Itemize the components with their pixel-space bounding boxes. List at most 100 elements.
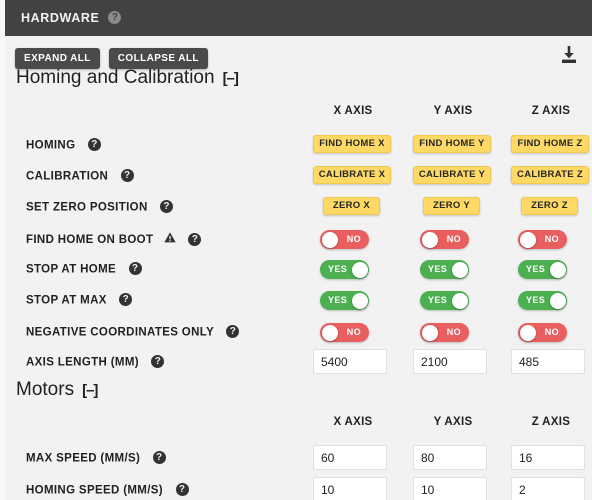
stop-at-max-z-toggle[interactable]: YES [518,291,567,310]
max-speed-y-input[interactable] [413,445,487,470]
row-label-homing: HOMING ? [26,138,101,152]
section-collapse-marker-homing[interactable]: [–] [223,70,239,87]
column-header-x-axis-homing: X AXIS [333,105,373,117]
axis-length-x-input[interactable] [313,349,387,374]
section-title-homing: Homing and Calibration [–] [16,67,239,89]
row-label-calibration-text: CALIBRATION [26,170,109,183]
row-label-set-zero-position: SET ZERO POSITION ? [26,200,174,214]
find-home-on-boot-x-toggle[interactable]: NO [320,230,369,249]
toggle-knob [519,231,536,248]
toggle-knob [351,261,368,278]
section-title-homing-label: Homing and Calibration [16,67,215,88]
toggle-label: YES [328,264,348,274]
hardware-settings-page: HARDWARE ? EXPAND ALL COLLAPSE ALL Homin… [0,0,592,500]
row-label-negative-coordinates-only: NEGATIVE COORDINATES ONLY ? [26,325,240,339]
content-area: EXPAND ALL COLLAPSE ALL Homing and Calib… [5,36,592,500]
toggle-label: YES [428,295,448,305]
row-label-homing-speed: HOMING SPEED (MM/S) ? [26,483,189,497]
toggle-knob [519,324,536,341]
section-title-motors-label: Motors [16,379,75,400]
negative-coordinates-only-y-toggle[interactable]: NO [420,323,469,342]
toggle-knob [321,231,338,248]
help-circle-icon-negative-coordinates-only[interactable]: ? [226,325,240,338]
help-circle-icon-homing-speed[interactable]: ? [175,483,189,496]
toggle-label: YES [428,264,448,274]
help-circle-icon-axis-length[interactable]: ? [151,355,165,368]
row-label-stop-at-max: STOP AT MAX ? [26,293,133,307]
row-label-find-home-on-boot-text: FIND HOME ON BOOT [26,234,154,247]
section-title-motors: Motors [–] [16,379,98,401]
row-label-max-speed-text: MAX SPEED (MM/S) [26,452,141,465]
zero-y-button[interactable]: ZERO Y [423,197,480,215]
find-home-x-button[interactable]: FIND HOME X [313,135,391,153]
zero-x-button[interactable]: ZERO X [323,197,380,215]
row-label-negative-coordinates-only-text: NEGATIVE COORDINATES ONLY [26,326,214,339]
help-circle-icon-homing[interactable]: ? [87,138,101,151]
toggle-label: NO [346,234,361,244]
collapse-all-button[interactable]: COLLAPSE ALL [108,48,208,69]
stop-at-home-z-toggle[interactable]: YES [518,260,567,279]
row-label-homing-text: HOMING [26,139,76,152]
warning-triangle-icon [164,232,176,246]
toggle-knob [421,324,438,341]
download-icon[interactable] [558,44,580,66]
negative-coordinates-only-z-toggle[interactable]: NO [518,323,567,342]
axis-length-y-input[interactable] [413,349,487,374]
row-label-max-speed: MAX SPEED (MM/S) ? [26,451,166,465]
toggle-knob [451,261,468,278]
stop-at-home-x-toggle[interactable]: YES [320,260,369,279]
calibrate-x-button[interactable]: CALIBRATE X [313,166,391,184]
row-label-find-home-on-boot: FIND HOME ON BOOT ? [26,232,202,247]
help-circle-icon-calibration[interactable]: ? [120,169,134,182]
row-label-stop-at-home-text: STOP AT HOME [26,263,117,276]
help-circle-icon-find-home-on-boot[interactable]: ? [188,232,202,246]
toggle-knob [451,292,468,309]
toggle-label: NO [544,234,559,244]
row-label-stop-at-home: STOP AT HOME ? [26,262,142,276]
row-label-axis-length: AXIS LENGTH (MM) ? [26,355,165,369]
column-header-z-axis-homing: Z AXIS [531,105,571,117]
row-label-stop-at-max-text: STOP AT MAX [26,294,107,307]
max-speed-x-input[interactable] [313,445,387,470]
find-home-y-button[interactable]: FIND HOME Y [413,135,491,153]
left-gutter [0,0,5,500]
toggle-label: YES [526,295,546,305]
calibrate-z-button[interactable]: CALIBRATE Z [511,166,589,184]
help-circle-icon-max-speed[interactable]: ? [152,451,166,464]
homing-speed-z-input[interactable] [511,477,585,500]
find-home-on-boot-z-toggle[interactable]: NO [518,230,567,249]
toggle-label: NO [446,327,461,337]
row-label-set-zero-position-text: SET ZERO POSITION [26,201,148,214]
help-circle-icon[interactable]: ? [108,10,122,24]
calibrate-y-button[interactable]: CALIBRATE Y [413,166,491,184]
stop-at-max-y-toggle[interactable]: YES [420,291,469,310]
column-header-z-axis-motors: Z AXIS [531,416,571,428]
find-home-on-boot-y-toggle[interactable]: NO [420,230,469,249]
help-circle-icon-set-zero-position[interactable]: ? [160,200,174,213]
stop-at-max-x-toggle[interactable]: YES [320,291,369,310]
row-label-axis-length-text: AXIS LENGTH (MM) [26,356,139,369]
max-speed-z-input[interactable] [511,445,585,470]
column-header-y-axis-homing: Y AXIS [433,105,473,117]
toggle-knob [549,261,566,278]
toggle-label: NO [346,327,361,337]
toggle-label: YES [328,295,348,305]
toggle-knob [321,324,338,341]
stop-at-home-y-toggle[interactable]: YES [420,260,469,279]
axis-length-z-input[interactable] [511,349,585,374]
titlebar: HARDWARE ? [5,0,592,36]
column-header-x-axis-motors: X AXIS [333,416,373,428]
help-circle-icon-stop-at-max[interactable]: ? [119,293,133,306]
homing-speed-y-input[interactable] [413,477,487,500]
expand-all-button[interactable]: EXPAND ALL [15,48,100,69]
toggle-label: NO [446,234,461,244]
homing-speed-x-input[interactable] [313,477,387,500]
page-title: HARDWARE [21,11,100,25]
zero-z-button[interactable]: ZERO Z [521,197,578,215]
column-header-y-axis-motors: Y AXIS [433,416,473,428]
help-circle-icon-stop-at-home[interactable]: ? [128,262,142,275]
find-home-z-button[interactable]: FIND HOME Z [511,135,589,153]
row-label-homing-speed-text: HOMING SPEED (MM/S) [26,484,163,497]
negative-coordinates-only-x-toggle[interactable]: NO [320,323,369,342]
section-collapse-marker-motors[interactable]: [–] [82,382,98,399]
